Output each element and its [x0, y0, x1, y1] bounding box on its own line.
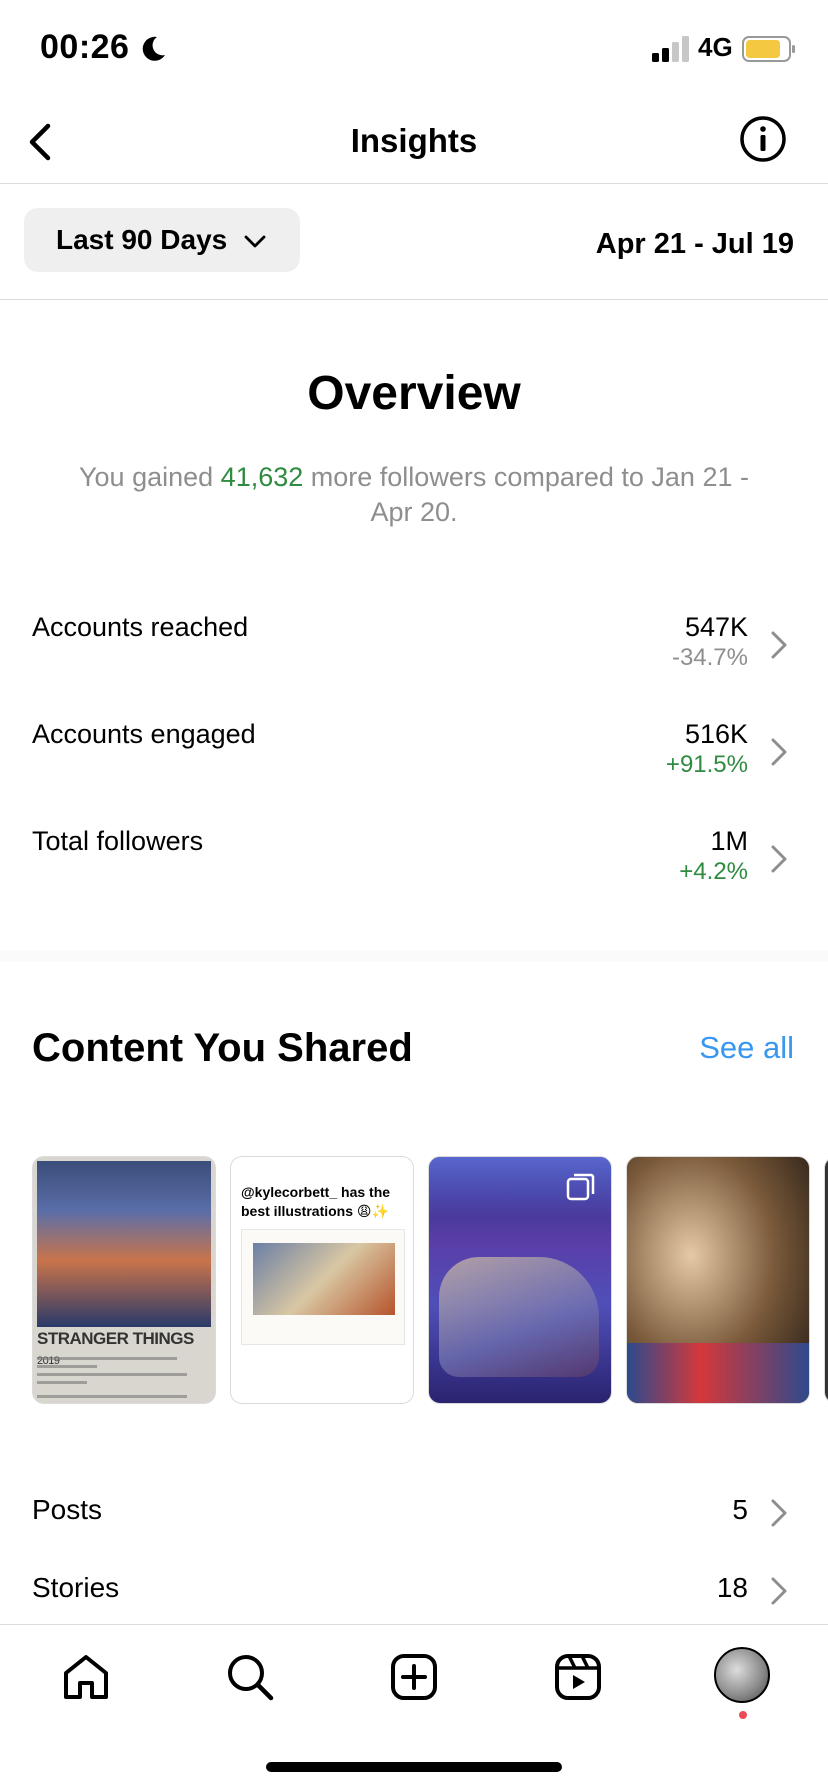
search-icon[interactable]	[224, 1651, 276, 1703]
metric-change: -34.7%	[671, 644, 748, 671]
poster-text-line	[37, 1373, 187, 1376]
metric-row-accounts-engaged[interactable]: Accounts engaged 516K +91.5%	[0, 713, 828, 803]
content-thumbnail[interactable]: @kylecorbett_ has the best illustrations…	[230, 1156, 414, 1404]
info-icon[interactable]	[738, 114, 788, 164]
metric-change: +91.5%	[665, 751, 748, 778]
overview-title: Overview	[307, 367, 521, 420]
poster-text-line	[37, 1381, 87, 1384]
metric-value: 547K	[684, 612, 748, 642]
illustration-image	[253, 1243, 395, 1315]
metric-change: +4.2%	[679, 858, 748, 885]
poster-title: STRANGER THINGS 2019	[37, 1329, 215, 1369]
signal-icon	[652, 36, 689, 62]
profile-avatar[interactable]	[714, 1647, 770, 1703]
chevron-right-icon	[771, 738, 787, 766]
poster-text-line	[37, 1395, 187, 1398]
see-all-link[interactable]: See all	[699, 1030, 794, 1066]
filter-row: Last 90 Days Apr 21 - Jul 19	[0, 184, 828, 300]
content-thumbnail[interactable]	[626, 1156, 810, 1404]
date-range-label: Last 90 Days	[56, 224, 228, 255]
thumbnail-image	[627, 1343, 809, 1403]
tab-bar	[0, 1624, 828, 1792]
chevron-right-icon	[771, 1499, 787, 1527]
chevron-right-icon	[771, 1577, 787, 1605]
metric-value: 516K	[684, 719, 748, 749]
reels-icon[interactable]	[552, 1651, 604, 1703]
content-thumbnail[interactable]	[428, 1156, 612, 1404]
date-range-dropdown[interactable]: Last 90 Days	[24, 208, 300, 272]
status-bar: 00:26 4G	[0, 0, 828, 100]
poster-title-text: STRANGER THINGS	[37, 1329, 194, 1348]
section-divider	[0, 950, 828, 962]
notification-dot	[739, 1711, 747, 1719]
metric-row-accounts-reached[interactable]: Accounts reached 547K -34.7%	[0, 606, 828, 696]
nav-bar: Insights	[0, 100, 828, 184]
thumbnail-image	[439, 1257, 599, 1377]
content-thumbnail[interactable]	[824, 1156, 828, 1404]
battery-icon	[742, 36, 795, 62]
create-icon[interactable]	[388, 1651, 440, 1703]
chevron-right-icon	[771, 631, 787, 659]
network-type: 4G	[698, 32, 733, 62]
stories-row[interactable]: Stories 18	[0, 1560, 828, 1620]
posts-label: Posts	[32, 1494, 103, 1525]
stories-label: Stories	[32, 1572, 120, 1603]
overview-desc-prefix: You gained	[79, 462, 221, 492]
metric-row-total-followers[interactable]: Total followers 1M +4.2%	[0, 820, 828, 910]
metric-value: 1M	[710, 826, 748, 856]
overview-description: You gained 41,632 more followers compare…	[70, 460, 758, 530]
content-section-title: Content You Shared	[32, 1026, 413, 1070]
page-title: Insights	[350, 122, 478, 159]
home-indicator	[266, 1762, 562, 1772]
chevron-down-icon	[244, 235, 266, 248]
date-range-text: Apr 21 - Jul 19	[595, 228, 794, 260]
posts-row[interactable]: Posts 5	[0, 1482, 828, 1542]
metric-label: Total followers	[32, 826, 204, 856]
stories-count: 18	[716, 1572, 748, 1603]
multiple-posts-icon	[566, 1173, 595, 1201]
metric-label: Accounts reached	[32, 612, 249, 642]
content-thumbnail[interactable]: STRANGER THINGS 2019	[32, 1156, 216, 1404]
overview-desc-suffix: more followers compared to Jan 21 - Apr …	[303, 462, 749, 527]
chevron-right-icon	[771, 845, 787, 873]
moon-icon	[142, 36, 165, 61]
thumbnail-image	[37, 1161, 211, 1327]
story-caption: @kylecorbett_ has the best illustrations…	[241, 1184, 391, 1219]
status-time: 00:26	[40, 28, 130, 66]
poster-text-line	[37, 1357, 177, 1360]
followers-gained-count: 41,632	[220, 462, 304, 492]
poster-text-line	[37, 1365, 97, 1368]
content-thumbnails: STRANGER THINGS 2019 @kylecorbett_ has t…	[32, 1156, 828, 1406]
metric-label: Accounts engaged	[32, 719, 256, 749]
home-icon[interactable]	[60, 1651, 112, 1703]
posts-count: 5	[732, 1494, 748, 1525]
